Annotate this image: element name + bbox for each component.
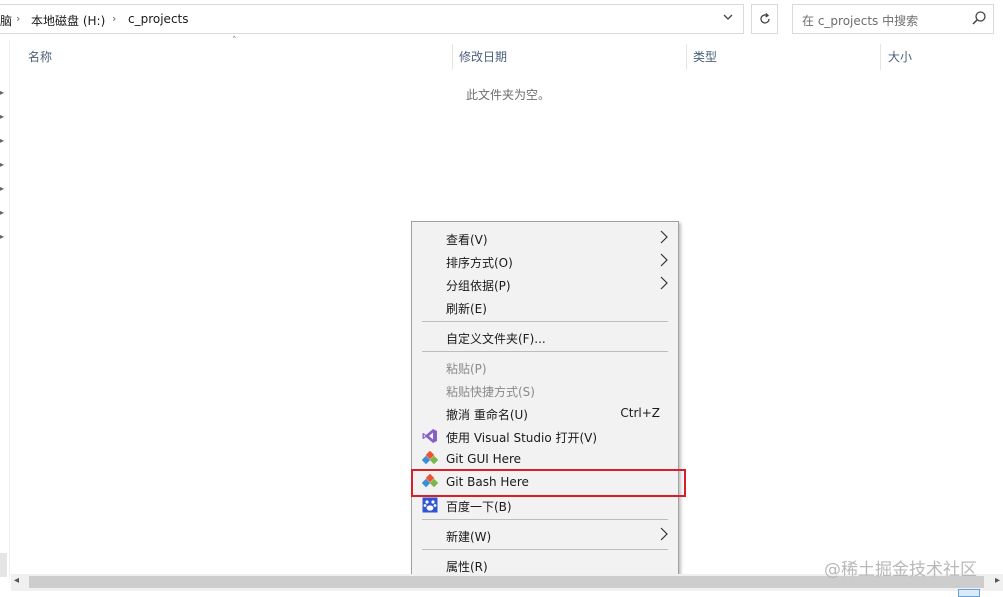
menu-item-open-with-visual-studio[interactable]: 使用 Visual Studio 打开(V) xyxy=(412,425,678,447)
chevron-right-icon xyxy=(660,276,668,293)
menu-item-view[interactable]: 查看(V) xyxy=(412,227,678,249)
menu-item-label: 自定义文件夹(F)... xyxy=(446,332,546,346)
menu-item-label: 百度一下(B) xyxy=(446,500,512,514)
highlight-box xyxy=(411,469,686,497)
refresh-icon xyxy=(759,13,770,24)
column-divider[interactable] xyxy=(452,44,453,70)
breadcrumb-current-folder[interactable]: c_projects xyxy=(128,12,189,26)
column-header-type[interactable]: 类型 xyxy=(693,48,717,65)
chevron-right-icon[interactable]: › xyxy=(16,12,20,25)
menu-item-shortcut: Ctrl+Z xyxy=(620,406,660,420)
context-menu: 查看(V) 排序方式(O) 分组依据(P) 刷新(E) 自定义文件夹(F)...… xyxy=(411,221,679,579)
baidu-icon xyxy=(422,497,438,513)
menu-item-group-by[interactable]: 分组依据(P) xyxy=(412,273,678,295)
chevron-right-icon xyxy=(660,527,668,544)
menu-item-label: 刷新(E) xyxy=(446,302,487,316)
menu-item-label: 粘贴快捷方式(S) xyxy=(446,385,535,399)
chevron-right-icon xyxy=(660,253,668,270)
menu-item-sort-by[interactable]: 排序方式(O) xyxy=(412,250,678,272)
search-box[interactable]: 在 c_projects 中搜索 xyxy=(792,4,994,34)
visual-studio-icon xyxy=(422,428,438,444)
expand-arrow-icon[interactable]: ▸ xyxy=(0,136,4,145)
expand-arrow-icon[interactable]: ▸ xyxy=(0,208,4,217)
refresh-button[interactable] xyxy=(751,4,778,34)
expand-arrow-icon[interactable]: ▸ xyxy=(0,88,4,97)
expand-arrow-icon[interactable]: ▸ xyxy=(0,112,4,121)
menu-item-new[interactable]: 新建(W) xyxy=(412,524,678,546)
breadcrumb-parent[interactable]: 脑 xyxy=(0,12,12,29)
git-icon xyxy=(421,450,439,467)
menu-separator xyxy=(422,549,668,550)
chevron-right-icon[interactable]: › xyxy=(112,12,116,25)
menu-item-refresh[interactable]: 刷新(E) xyxy=(412,296,678,318)
navigation-pane[interactable]: ▸ ▸ ▸ ▸ ▸ ▸ ▸ xyxy=(0,40,10,580)
menu-item-label: 属性(R) xyxy=(446,560,488,574)
menu-item-customize-folder[interactable]: 自定义文件夹(F)... xyxy=(412,326,678,348)
view-toggle-button[interactable] xyxy=(958,589,980,597)
menu-item-paste: 粘贴(P) xyxy=(412,356,678,378)
menu-item-label: 粘贴(P) xyxy=(446,362,487,376)
sort-ascending-icon: ˄ xyxy=(232,36,237,46)
menu-item-label: 新建(W) xyxy=(446,530,492,544)
breadcrumb-drive[interactable]: 本地磁盘 (H:) xyxy=(31,12,105,29)
menu-item-paste-shortcut: 粘贴快捷方式(S) xyxy=(412,379,678,401)
menu-item-baidu[interactable]: 百度一下(B) xyxy=(412,494,678,516)
menu-separator xyxy=(422,519,668,520)
selected-nav-item[interactable] xyxy=(0,553,7,577)
column-header-date-modified[interactable]: 修改日期 xyxy=(459,48,507,65)
menu-item-label: 排序方式(O) xyxy=(446,256,513,270)
column-divider[interactable] xyxy=(880,44,881,70)
search-icon[interactable] xyxy=(971,10,987,29)
empty-folder-message: 此文件夹为空。 xyxy=(466,88,551,102)
column-header-size[interactable]: 大小 xyxy=(888,48,912,65)
menu-separator xyxy=(422,321,668,322)
search-input[interactable]: 在 c_projects 中搜索 xyxy=(802,12,918,29)
scroll-right-icon[interactable]: ▸ xyxy=(995,575,1000,586)
menu-item-label: 分组依据(P) xyxy=(446,279,511,293)
menu-item-label: 撤消 重命名(U) xyxy=(446,408,528,422)
menu-item-properties[interactable]: 属性(R) xyxy=(412,554,678,576)
menu-item-label: 使用 Visual Studio 打开(V) xyxy=(446,431,598,445)
expand-arrow-icon[interactable]: ▸ xyxy=(0,160,4,169)
scroll-left-icon[interactable]: ◂ xyxy=(14,575,19,586)
menu-separator xyxy=(422,351,668,352)
watermark: @稀土掘金技术社区 xyxy=(824,560,977,580)
chevron-right-icon xyxy=(660,230,668,247)
menu-item-undo-rename[interactable]: 撤消 重命名(U) Ctrl+Z xyxy=(412,402,678,424)
column-header-name[interactable]: 名称 xyxy=(28,48,52,65)
chevron-down-icon[interactable] xyxy=(722,11,734,26)
address-bar[interactable]: 脑 › 本地磁盘 (H:) › c_projects xyxy=(0,4,744,34)
expand-arrow-icon[interactable]: ▸ xyxy=(0,184,4,193)
column-divider[interactable] xyxy=(686,44,687,70)
expand-arrow-icon[interactable]: ▸ xyxy=(0,232,4,241)
menu-item-label: 查看(V) xyxy=(446,233,488,247)
menu-item-label: Git GUI Here xyxy=(446,452,522,466)
menu-item-git-gui-here[interactable]: Git GUI Here xyxy=(412,448,678,470)
